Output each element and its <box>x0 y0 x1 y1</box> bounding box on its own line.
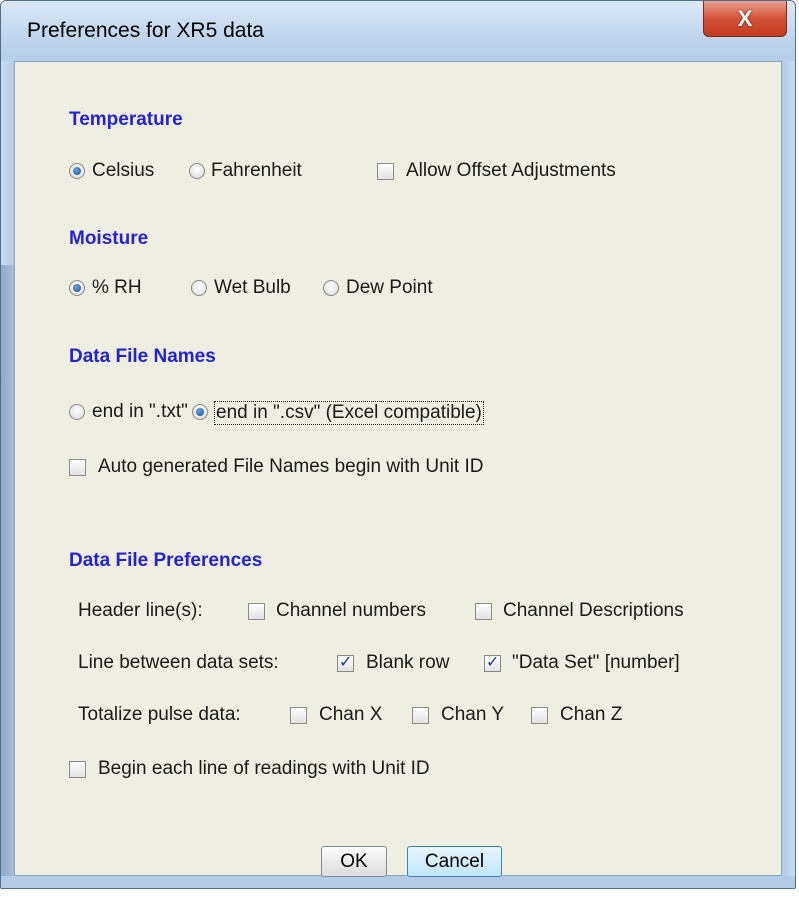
celsius-label[interactable]: Celsius <box>92 160 154 182</box>
chan-x-label[interactable]: Chan X <box>319 704 382 726</box>
celsius-radio[interactable] <box>69 163 85 179</box>
close-button[interactable]: X <box>703 1 787 37</box>
channel-descriptions-label[interactable]: Channel Descriptions <box>503 600 684 622</box>
chan-z-checkbox[interactable] <box>531 707 548 724</box>
offset-adjustments-checkbox[interactable] <box>377 163 394 180</box>
close-icon: X <box>737 5 753 31</box>
blank-row-checkbox[interactable] <box>337 652 354 672</box>
begin-unit-id-label[interactable]: Begin each line of readings with Unit ID <box>98 758 430 780</box>
window-frame-right <box>782 61 795 888</box>
csv-extension-radio[interactable] <box>192 404 208 420</box>
dew-point-label[interactable]: Dew Point <box>346 277 433 299</box>
auto-unit-id-label[interactable]: Auto generated File Names begin with Uni… <box>98 456 483 478</box>
data-set-number-label[interactable]: "Data Set" [number] <box>512 652 680 674</box>
wet-bulb-radio[interactable] <box>191 280 207 296</box>
channel-descriptions-checkbox[interactable] <box>475 603 492 620</box>
window-title: Preferences for XR5 data <box>27 19 264 42</box>
data-file-preferences-heading: Data File Preferences <box>69 550 263 571</box>
moisture-heading: Moisture <box>69 228 149 249</box>
blank-row-label[interactable]: Blank row <box>366 652 449 674</box>
dialog-content: Temperature Celsius Fahrenheit Allow Off… <box>14 61 782 877</box>
wet-bulb-label[interactable]: Wet Bulb <box>214 277 291 299</box>
data-set-number-checkbox[interactable] <box>484 652 501 672</box>
chan-y-label[interactable]: Chan Y <box>441 704 504 726</box>
window-frame-bottom <box>1 876 795 888</box>
dew-point-radio[interactable] <box>323 280 339 296</box>
window-frame-left-shadow <box>1 265 14 888</box>
offset-adjustments-label[interactable]: Allow Offset Adjustments <box>406 160 616 182</box>
chan-z-label[interactable]: Chan Z <box>560 704 622 726</box>
title-bar[interactable]: Preferences for XR5 data X <box>1 1 795 61</box>
preferences-dialog: Preferences for XR5 data X Temperature C… <box>0 0 796 889</box>
cancel-button[interactable]: Cancel <box>407 846 502 877</box>
rh-radio[interactable] <box>69 280 85 296</box>
totalize-label: Totalize pulse data: <box>78 704 241 725</box>
line-between-label: Line between data sets: <box>78 652 279 673</box>
rh-label[interactable]: % RH <box>92 277 142 299</box>
fahrenheit-label[interactable]: Fahrenheit <box>211 160 302 182</box>
chan-x-checkbox[interactable] <box>290 707 307 724</box>
header-lines-label: Header line(s): <box>78 600 203 621</box>
begin-unit-id-checkbox[interactable] <box>69 761 86 778</box>
chan-y-checkbox[interactable] <box>412 707 429 724</box>
ok-button[interactable]: OK <box>321 846 387 877</box>
temperature-heading: Temperature <box>69 109 183 130</box>
channel-numbers-checkbox[interactable] <box>248 603 265 620</box>
auto-unit-id-checkbox[interactable] <box>69 459 86 476</box>
fahrenheit-radio[interactable] <box>189 163 205 179</box>
channel-numbers-label[interactable]: Channel numbers <box>276 600 426 622</box>
txt-extension-radio[interactable] <box>69 404 85 420</box>
data-file-names-heading: Data File Names <box>69 346 216 367</box>
txt-extension-label[interactable]: end in ".txt" <box>92 401 188 423</box>
csv-extension-label[interactable]: end in ".csv" (Excel compatible) <box>214 401 484 425</box>
